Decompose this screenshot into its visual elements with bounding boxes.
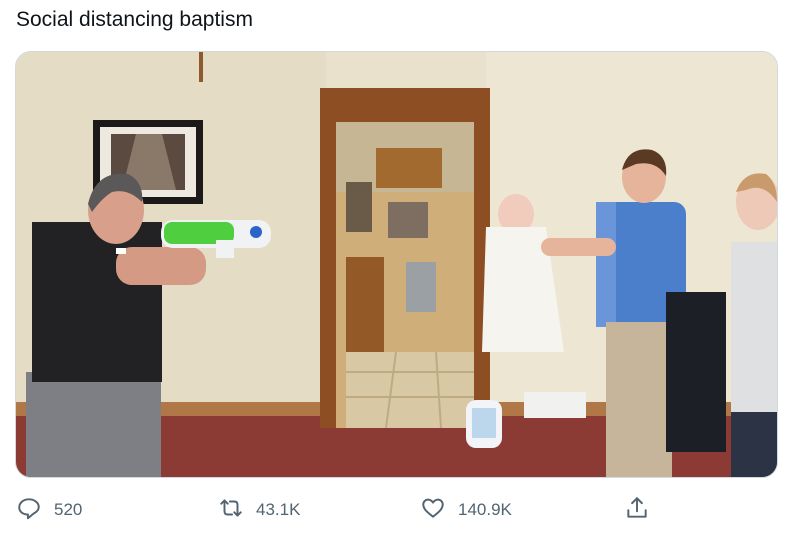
tweet-photo[interactable] xyxy=(15,51,778,478)
reply-button[interactable]: 520 xyxy=(16,490,82,530)
retweet-count: 43.1K xyxy=(256,500,301,519)
tweet-text: Social distancing baptism xyxy=(16,8,253,31)
retweet-button[interactable]: 43.1K xyxy=(218,490,300,530)
heart-icon xyxy=(420,495,446,526)
reply-count: 520 xyxy=(54,500,83,519)
retweet-icon xyxy=(218,495,244,526)
like-count: 140.9K xyxy=(458,500,512,519)
reply-icon xyxy=(16,495,42,526)
share-icon xyxy=(624,495,650,526)
photo-illustration xyxy=(16,52,777,477)
tweet-actions: 520 43.1K 140.9K xyxy=(0,490,800,530)
share-button[interactable] xyxy=(624,490,650,530)
like-button[interactable]: 140.9K xyxy=(420,490,512,530)
